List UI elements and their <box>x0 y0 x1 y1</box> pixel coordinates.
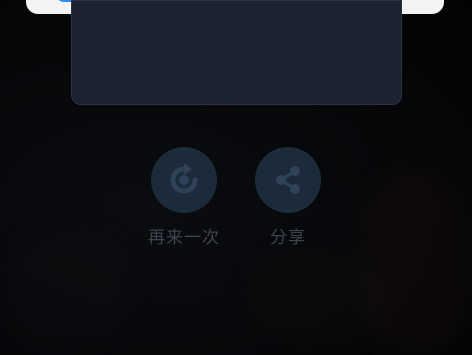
share-button[interactable] <box>255 147 321 213</box>
share-label: 分享 <box>270 228 306 248</box>
replay-button[interactable] <box>151 147 217 213</box>
replay-icon <box>170 163 198 194</box>
share-icon <box>276 166 300 194</box>
screen: 再来一次 分享 <box>0 0 472 355</box>
result-card <box>71 0 402 105</box>
replay-label: 再来一次 <box>148 228 220 248</box>
background-blur <box>10 230 130 340</box>
share-action[interactable]: 分享 <box>248 147 328 248</box>
background-blur <box>250 250 390 340</box>
replay-action[interactable]: 再来一次 <box>144 147 224 248</box>
